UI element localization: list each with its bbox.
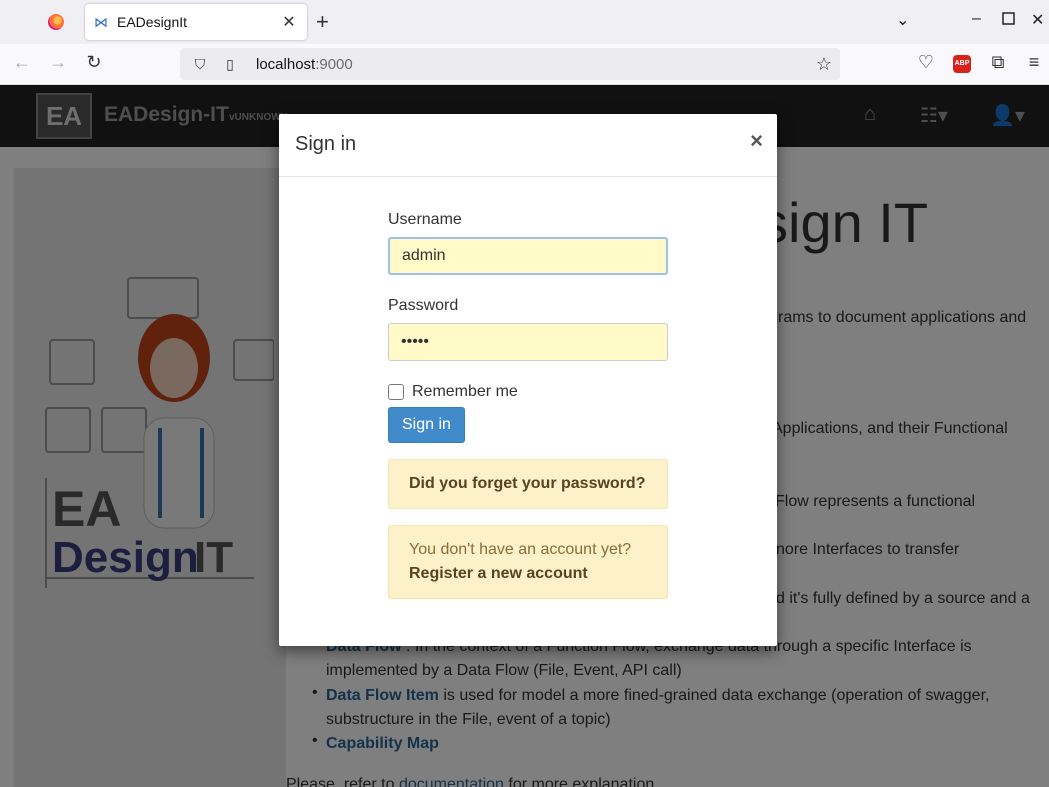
- modal-close-icon[interactable]: ×: [750, 128, 763, 154]
- new-tab-icon[interactable]: +: [316, 10, 329, 34]
- menu-icon[interactable]: ≡: [1022, 52, 1046, 73]
- sign-in-modal: Sign in × Username Password Remember me …: [279, 114, 777, 646]
- bowtie-favicon-icon: ⋈: [94, 14, 108, 30]
- username-input[interactable]: [388, 237, 668, 275]
- forward-icon[interactable]: →: [46, 52, 70, 73]
- active-tab[interactable]: ⋈ EADesignIt ✕: [85, 4, 307, 40]
- url-text: localhost:9000: [256, 55, 353, 73]
- pocket-icon[interactable]: ♡: [914, 52, 938, 73]
- bookmark-star-icon[interactable]: ☆: [816, 54, 832, 75]
- extensions-icon[interactable]: ⧉: [986, 52, 1010, 73]
- forgot-password-link[interactable]: Did you forget your password?: [409, 475, 645, 492]
- sign-in-form: Username Password Remember me Sign in Di…: [388, 211, 668, 599]
- no-account-text: You don't have an account yet?: [409, 541, 632, 558]
- maximize-icon[interactable]: [1002, 12, 1015, 30]
- url-bar[interactable]: ⛉ ▯ localhost:9000 ☆: [180, 48, 840, 80]
- tab-title: EADesignIt: [117, 14, 188, 30]
- username-label: Username: [388, 211, 462, 228]
- back-icon[interactable]: ←: [10, 52, 34, 73]
- modal-header: Sign in ×: [279, 114, 777, 177]
- pinned-tab[interactable]: [28, 4, 84, 40]
- firefox-icon: [48, 14, 64, 30]
- reload-icon[interactable]: ↻: [82, 52, 106, 73]
- modal-title: Sign in: [295, 133, 357, 155]
- remember-me-row: Remember me: [388, 383, 668, 401]
- forgot-password-alert: Did you forget your password?: [388, 459, 668, 509]
- sign-in-button[interactable]: Sign in: [388, 407, 465, 443]
- browser-tab-bar: ⋈ EADesignIt ✕ + ⌄ – ✕: [0, 0, 1049, 44]
- minimize-icon[interactable]: –: [972, 10, 981, 28]
- register-alert: You don't have an account yet? Register …: [388, 525, 668, 599]
- page-icon: ▯: [226, 55, 234, 72]
- password-label: Password: [388, 297, 459, 314]
- remember-me-checkbox[interactable]: [388, 384, 404, 400]
- register-link[interactable]: Register a new account: [409, 565, 588, 582]
- close-window-icon[interactable]: ✕: [1031, 10, 1044, 30]
- remember-me-label[interactable]: Remember me: [412, 383, 518, 401]
- adblock-icon[interactable]: ABP: [953, 55, 971, 73]
- tab-close-icon[interactable]: ✕: [279, 12, 299, 32]
- password-input[interactable]: [388, 323, 668, 361]
- shield-icon[interactable]: ⛉: [190, 56, 210, 73]
- browser-nav-bar: ← → ↻ ⛉ ▯ localhost:9000 ☆ ♡ ABP ⧉ ≡: [0, 44, 1049, 85]
- tab-list-chevron-icon[interactable]: ⌄: [896, 10, 909, 30]
